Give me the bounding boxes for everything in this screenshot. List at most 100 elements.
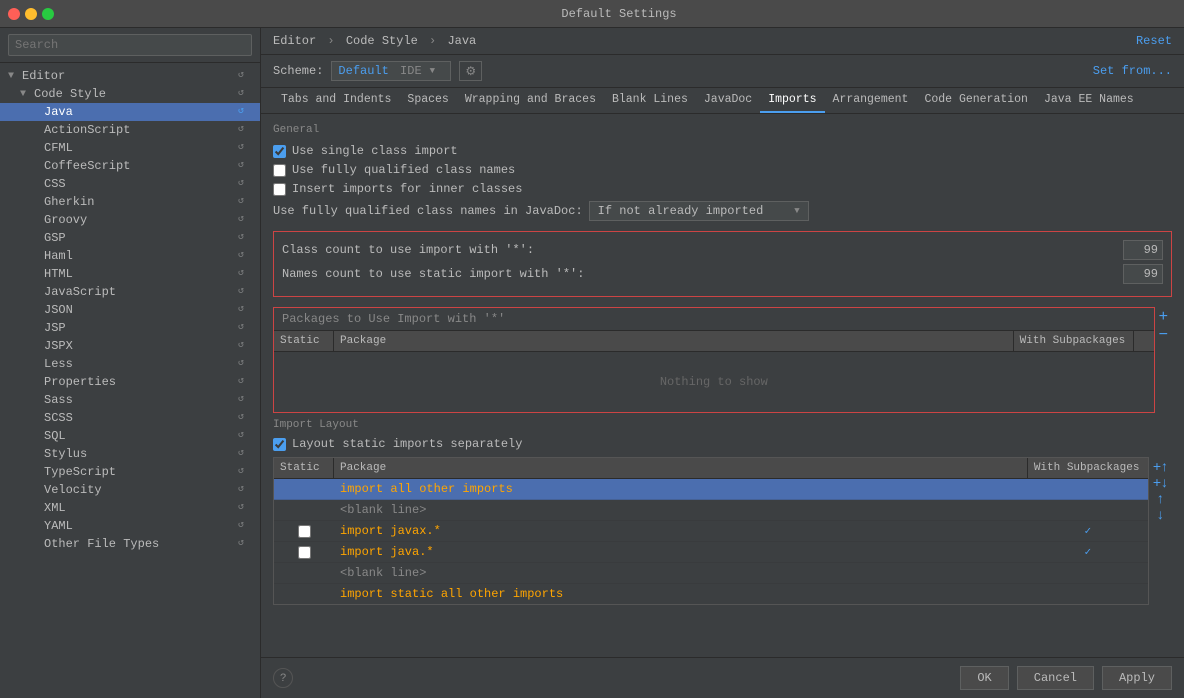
- packages-remove-button[interactable]: −: [1157, 327, 1170, 343]
- import-layout-label: Import Layout: [273, 419, 1172, 431]
- sidebar-item-properties[interactable]: Properties ↺: [0, 373, 260, 391]
- apply-button[interactable]: Apply: [1102, 666, 1172, 690]
- layout-static-checkbox[interactable]: [273, 438, 286, 451]
- packages-add-button[interactable]: +: [1157, 309, 1170, 325]
- sidebar-item-less[interactable]: Less ↺: [0, 355, 260, 373]
- scheme-type: IDE: [393, 64, 422, 78]
- import-row-1-package-text: <blank line>: [340, 503, 426, 517]
- sidebar-item-javascript[interactable]: JavaScript ↺: [0, 283, 260, 301]
- import-row-3-package: import java.*: [334, 542, 1028, 562]
- layout-static-label: Layout static imports separately: [292, 437, 522, 451]
- sync-icon-sql: ↺: [238, 429, 252, 443]
- sidebar-item-editor[interactable]: ▼ Editor ↺: [0, 67, 260, 85]
- traffic-lights: [8, 8, 54, 20]
- sidebar-item-html[interactable]: HTML ↺: [0, 265, 260, 283]
- tab-javadoc[interactable]: JavaDoc: [696, 88, 760, 113]
- sync-icon-java: ↺: [238, 105, 252, 119]
- sidebar-item-groovy[interactable]: Groovy ↺: [0, 211, 260, 229]
- qualified-select[interactable]: If not already imported ▼: [589, 201, 809, 221]
- sidebar-item-gherkin[interactable]: Gherkin ↺: [0, 193, 260, 211]
- tab-code-generation[interactable]: Code Generation: [916, 88, 1036, 113]
- import-row-0-subpkg: [1028, 479, 1148, 499]
- sync-icon-stylus: ↺: [238, 447, 252, 461]
- sidebar-tree: ▼ Editor ↺ ▼ Code Style ↺ Java ↺ ActionS…: [0, 63, 260, 698]
- import-th-static: Static: [274, 458, 334, 478]
- import-row-2[interactable]: import javax.* ✓: [274, 521, 1148, 542]
- sidebar-item-jsp[interactable]: JSP ↺: [0, 319, 260, 337]
- sidebar-item-gsp[interactable]: GSP ↺: [0, 229, 260, 247]
- packages-side-buttons: + −: [1155, 307, 1172, 413]
- checkbox-inner-classes-input[interactable]: [273, 183, 286, 196]
- sidebar-item-stylus[interactable]: Stylus ↺: [0, 445, 260, 463]
- layout-static-checkbox-row: Layout static imports separately: [273, 437, 1172, 451]
- sidebar-item-jspx[interactable]: JSPX ↺: [0, 337, 260, 355]
- import-row-3[interactable]: import java.* ✓: [274, 542, 1148, 563]
- maximize-button[interactable]: [42, 8, 54, 20]
- import-row-5[interactable]: import static all other imports: [274, 584, 1148, 604]
- tab-tabs-and-indents[interactable]: Tabs and Indents: [273, 88, 399, 113]
- help-button[interactable]: ?: [273, 668, 293, 688]
- import-row-0[interactable]: import all other imports: [274, 479, 1148, 500]
- import-row-2-static-cb[interactable]: [298, 525, 311, 538]
- import-row-1[interactable]: <blank line>: [274, 500, 1148, 521]
- cancel-button[interactable]: Cancel: [1017, 666, 1094, 690]
- packages-table-wrapper: Packages to Use Import with '*' Static P…: [273, 307, 1172, 413]
- tab-arrangement[interactable]: Arrangement: [825, 88, 917, 113]
- import-table-wrapper: Static Package With Subpackages import a…: [273, 457, 1172, 605]
- import-row-0-package-text: import all other imports: [340, 482, 513, 496]
- close-button[interactable]: [8, 8, 20, 20]
- sidebar-item-haml[interactable]: Haml ↺: [0, 247, 260, 265]
- import-move-up-button[interactable]: ↑: [1151, 491, 1170, 505]
- minimize-button[interactable]: [25, 8, 37, 20]
- tab-imports[interactable]: Imports: [760, 88, 824, 113]
- import-row-2-package: import javax.*: [334, 521, 1028, 541]
- import-add-above-button[interactable]: +↑: [1151, 459, 1170, 473]
- sidebar-item-code-style[interactable]: ▼ Code Style ↺: [0, 85, 260, 103]
- tab-wrapping[interactable]: Wrapping and Braces: [457, 88, 604, 113]
- search-input[interactable]: [8, 34, 252, 56]
- names-count-input[interactable]: [1123, 264, 1163, 284]
- sidebar-item-java[interactable]: Java ↺: [0, 103, 260, 121]
- sidebar-item-json[interactable]: JSON ↺: [0, 301, 260, 319]
- import-add-below-button[interactable]: +↓: [1151, 475, 1170, 489]
- checkbox-single-class-label: Use single class import: [292, 144, 458, 158]
- sidebar-item-other-file-types[interactable]: Other File Types ↺: [0, 535, 260, 553]
- sync-icon-json: ↺: [238, 303, 252, 317]
- packages-th-static: Static: [274, 331, 334, 351]
- tab-java-ee[interactable]: Java EE Names: [1036, 88, 1142, 113]
- sidebar-item-velocity[interactable]: Velocity ↺: [0, 481, 260, 499]
- class-count-input[interactable]: [1123, 240, 1163, 260]
- sidebar-item-css[interactable]: CSS ↺: [0, 175, 260, 193]
- sidebar-item-coffeescript[interactable]: CoffeeScript ↺: [0, 157, 260, 175]
- checkbox-inner-classes: Insert imports for inner classes: [273, 182, 1172, 196]
- sidebar-item-actionscript[interactable]: ActionScript ↺: [0, 121, 260, 139]
- import-row-3-static-cb[interactable]: [298, 546, 311, 559]
- breadcrumb-editor: Editor: [273, 34, 316, 48]
- sidebar-item-scss[interactable]: SCSS ↺: [0, 409, 260, 427]
- sidebar-item-sql[interactable]: SQL ↺: [0, 427, 260, 445]
- import-row-5-package: import static all other imports: [334, 584, 1028, 604]
- reset-link[interactable]: Reset: [1136, 34, 1172, 48]
- checkbox-qualified-names-input[interactable]: [273, 164, 286, 177]
- gear-button[interactable]: ⚙: [459, 61, 482, 81]
- sidebar-item-cfml[interactable]: CFML ↺: [0, 139, 260, 157]
- scheme-select[interactable]: Default IDE ▼: [331, 61, 451, 81]
- sidebar-item-xml[interactable]: XML ↺: [0, 499, 260, 517]
- checkbox-qualified-names: Use fully qualified class names: [273, 163, 1172, 177]
- class-count-label: Class count to use import with '*':: [282, 243, 1117, 257]
- ok-button[interactable]: OK: [960, 666, 1008, 690]
- import-row-5-subpkg: [1028, 584, 1148, 604]
- set-from-link[interactable]: Set from...: [1093, 64, 1172, 78]
- tab-spaces[interactable]: Spaces: [399, 88, 456, 113]
- import-row-4[interactable]: <blank line>: [274, 563, 1148, 584]
- sidebar-item-sass[interactable]: Sass ↺: [0, 391, 260, 409]
- import-move-down-button[interactable]: ↓: [1151, 507, 1170, 521]
- tab-blank-lines[interactable]: Blank Lines: [604, 88, 696, 113]
- sync-icon-yaml: ↺: [238, 519, 252, 533]
- checkbox-single-class-input[interactable]: [273, 145, 286, 158]
- sidebar-item-yaml[interactable]: YAML ↺: [0, 517, 260, 535]
- sidebar-item-typescript[interactable]: TypeScript ↺: [0, 463, 260, 481]
- breadcrumb-code-style: Code Style: [346, 34, 418, 48]
- import-table: Static Package With Subpackages import a…: [273, 457, 1149, 605]
- names-count-label: Names count to use static import with '*…: [282, 267, 1117, 281]
